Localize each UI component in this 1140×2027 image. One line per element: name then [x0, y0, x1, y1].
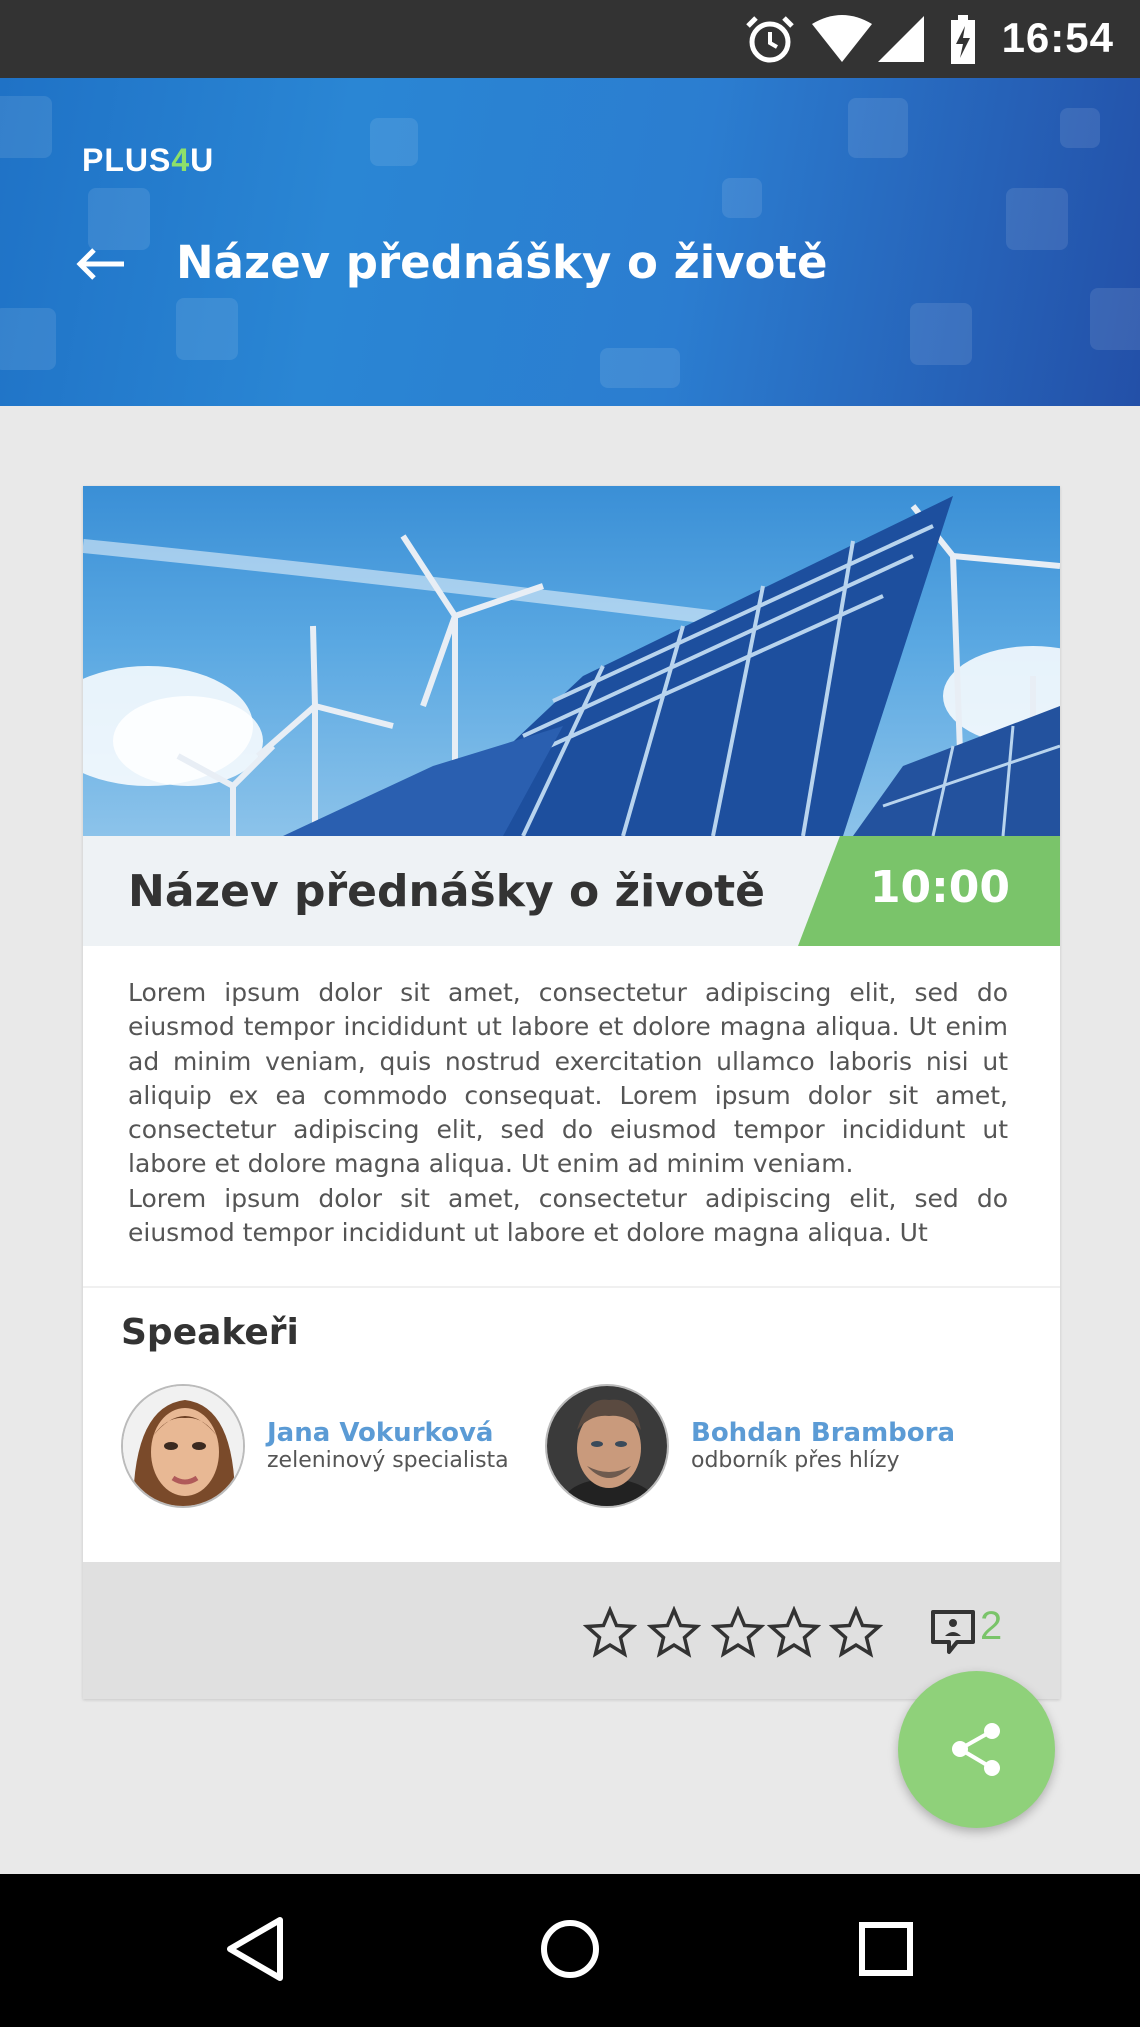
star-outline-icon[interactable]: [829, 1606, 883, 1660]
app-logo: PLUS4U: [82, 142, 215, 178]
wifi-icon: [812, 15, 872, 62]
speaker-role: odborník přes hlízy: [691, 1448, 900, 1473]
recents-square-icon[interactable]: [858, 1914, 914, 1984]
star-outline-icon[interactable]: [583, 1606, 637, 1660]
system-nav-bar: [0, 1874, 1140, 2027]
description-paragraph: Lorem ipsum dolor sit amet, consectetur …: [128, 1183, 1008, 1248]
lecture-card: Název přednášky o životě 10:00 Lorem ips…: [83, 486, 1060, 1699]
avatar: [121, 1384, 245, 1508]
lecture-image: [83, 486, 1060, 836]
avatar: [545, 1384, 669, 1508]
lecture-title: Název přednášky o životě: [128, 866, 765, 917]
status-time: 16:54: [1001, 14, 1114, 61]
home-circle-icon[interactable]: [538, 1914, 602, 1984]
lecture-time-badge: 10:00: [798, 836, 1060, 946]
app-header: PLUS4U Název přednášky o životě: [0, 78, 1140, 406]
description-paragraph: Lorem ipsum dolor sit amet, consectetur …: [128, 978, 1008, 1179]
star-outline-icon[interactable]: [647, 1606, 701, 1660]
signal-icon: [878, 16, 924, 62]
card-footer: 2: [83, 1562, 1060, 1699]
comment-icon[interactable]: [929, 1608, 977, 1656]
star-outline-icon[interactable]: [711, 1606, 765, 1660]
speaker-item[interactable]: Bohdan Brambora odborník přes hlízy: [545, 1384, 985, 1508]
lecture-description: Lorem ipsum dolor sit amet, consectetur …: [128, 976, 1008, 1250]
back-triangle-icon[interactable]: [224, 1914, 286, 1984]
divider: [83, 1286, 1060, 1288]
speaker-item[interactable]: Jana Vokurková zeleninový specialista: [121, 1384, 521, 1508]
arrow-left-icon[interactable]: [76, 246, 126, 282]
speaker-role: zeleninový specialista: [267, 1448, 509, 1473]
comment-count[interactable]: 2: [980, 1604, 1002, 1649]
share-button[interactable]: [898, 1671, 1055, 1828]
alarm-icon: [746, 16, 794, 63]
page-title: Název přednášky o životě: [176, 236, 828, 289]
lecture-time: 10:00: [869, 862, 1010, 913]
speaker-name: Bohdan Brambora: [691, 1418, 956, 1448]
speakers-heading: Speakeři: [121, 1312, 299, 1353]
status-bar: 16:54: [0, 0, 1140, 78]
share-icon: [952, 1723, 1000, 1776]
star-outline-icon[interactable]: [767, 1606, 821, 1660]
battery-charging-icon: [951, 15, 975, 64]
speaker-name: Jana Vokurková: [267, 1418, 494, 1448]
